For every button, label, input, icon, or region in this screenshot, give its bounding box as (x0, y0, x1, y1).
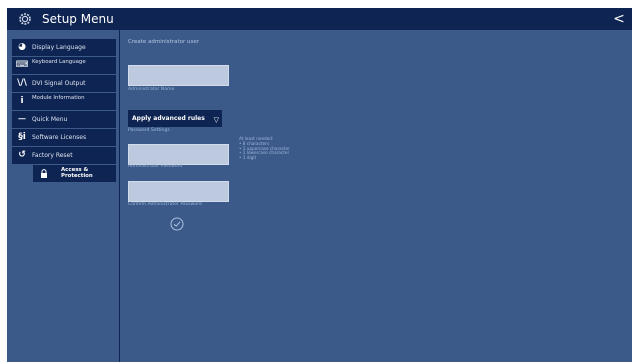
sidebar-item-dvi-signal-output[interactable]: \/\ DVI Signal Output (12, 75, 116, 92)
sidebar-item-label: Display Language (32, 44, 86, 51)
confirm-password-label: Confirm Administrator Password (128, 202, 202, 207)
sidebar-item-quick-menu[interactable]: ⏤ Quick Menu (12, 111, 116, 128)
administrator-password-input[interactable] (128, 144, 229, 165)
page-title: Setup Menu (42, 12, 114, 26)
gear-icon (19, 13, 31, 25)
check-circle-icon[interactable] (170, 217, 184, 231)
reset-icon: ↺ (18, 150, 26, 160)
confirm-password-input[interactable] (128, 181, 229, 202)
sidebar-item-access-protection[interactable]: Access & Protection (33, 165, 116, 182)
back-button[interactable]: < (612, 10, 626, 28)
main-content: Create administrator user Administrator … (128, 30, 628, 362)
lock-icon (37, 166, 51, 181)
sidebar-item-label: Factory Reset (32, 152, 73, 159)
globe-icon: ◕ (18, 42, 26, 52)
sidebar-item-label: DVI Signal Output (32, 80, 86, 87)
sidebar-item-label: Access & Protection (61, 167, 93, 179)
quick-menu-icon: ⏤ (18, 114, 26, 124)
password-settings-dropdown[interactable]: Apply advanced rules ▽ (128, 110, 222, 127)
password-rules: At least needed: • 8 characters • 1 uppe… (239, 136, 290, 161)
license-icon: §i (18, 132, 26, 142)
keyboard-icon: ⌨ (15, 60, 29, 70)
dropdown-arrow-icon: ▽ (213, 116, 219, 124)
password-settings-label: Password Settings (128, 128, 170, 133)
sidebar-item-keyboard-language[interactable]: ⌨ Keyboard Language (12, 57, 116, 74)
sidebar-item-label: Quick Menu (32, 116, 68, 123)
sidebar-item-factory-reset[interactable]: ↺ Factory Reset (12, 147, 116, 164)
administrator-password-label: Administrator Password (128, 164, 183, 169)
sidebar-item-label: Software Licenses (32, 134, 87, 141)
sidebar-item-module-information[interactable]: i Module Information (12, 93, 116, 110)
header-bar: Setup Menu < (7, 8, 632, 30)
info-icon: i (20, 96, 24, 106)
sidebar-item-display-language[interactable]: ◕ Display Language (12, 39, 116, 56)
signal-icon: \/\ (17, 78, 27, 88)
sidebar-item-label: Module Information (32, 95, 85, 101)
sidebar-item-label: Keyboard Language (32, 59, 86, 65)
administrator-name-input[interactable] (128, 65, 229, 86)
administrator-name-label: Administrator Name (128, 87, 175, 92)
password-rule: • 1 digit (239, 155, 257, 161)
section-heading: Create administrator user (128, 39, 199, 45)
sidebar-item-software-licenses[interactable]: §i Software Licenses (12, 129, 116, 146)
password-settings-value: Apply advanced rules (132, 115, 205, 122)
setup-window: Setup Menu < ◕ Display Language ⌨ Keyboa… (7, 8, 632, 362)
sidebar: ◕ Display Language ⌨ Keyboard Language \… (7, 30, 120, 362)
